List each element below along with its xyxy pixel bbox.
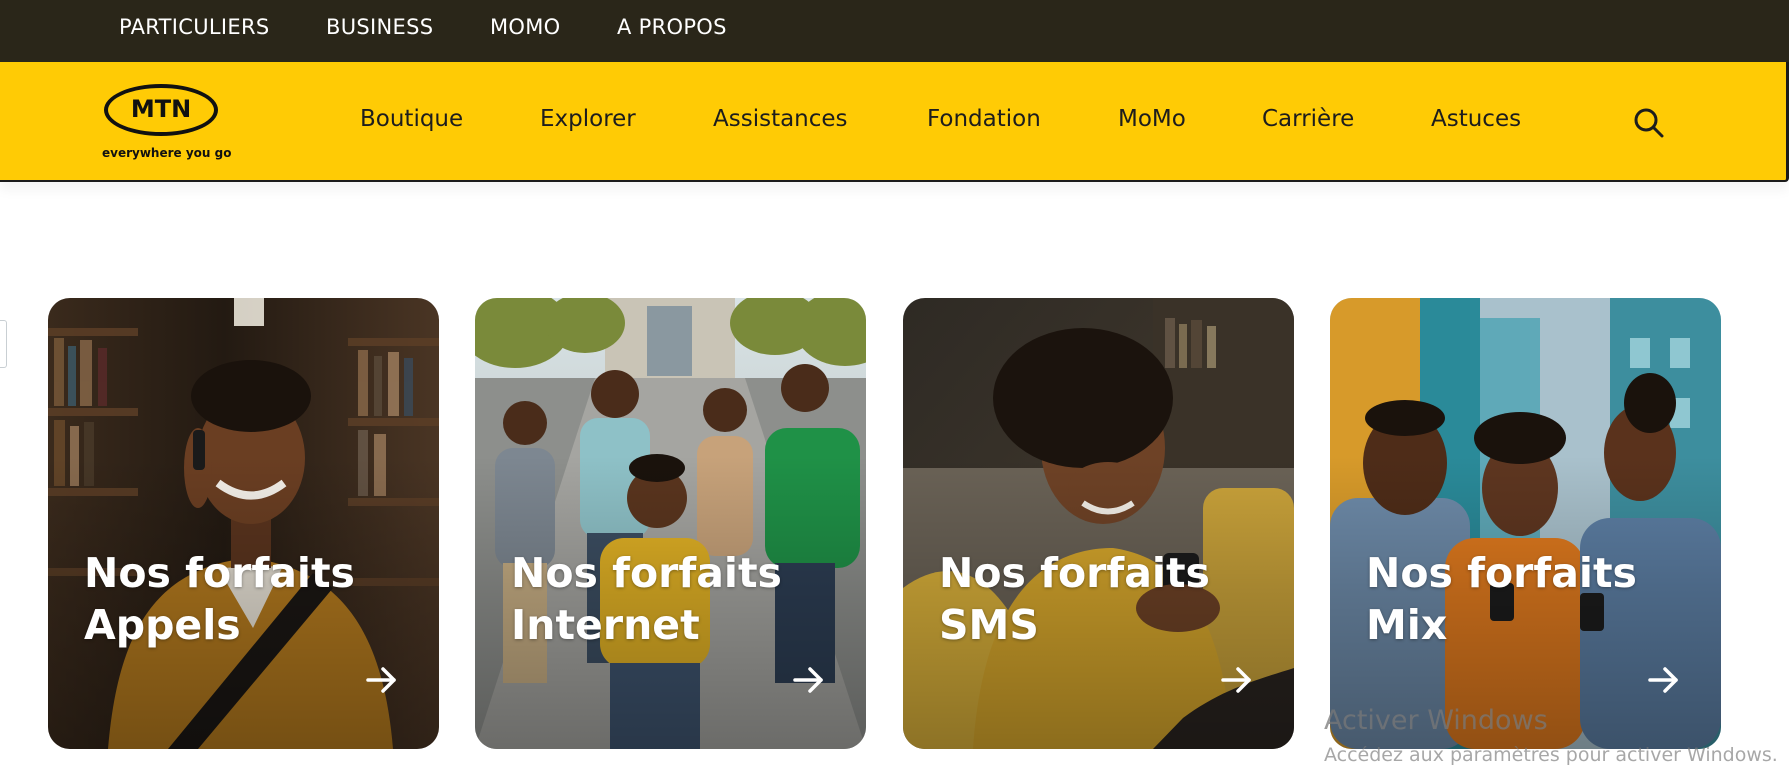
logo-wordmark: MTN [130, 95, 192, 123]
nav-explorer-link[interactable]: Explorer [540, 106, 636, 132]
mtn-logo[interactable]: MTN everywhere you go [102, 82, 232, 164]
card-forfaits-appels[interactable]: Nos forfaits Appels [48, 298, 439, 749]
segment-momo-link[interactable]: MOMO [490, 15, 561, 39]
card-title: Nos forfaits Internet [511, 549, 782, 649]
card-forfaits-mix[interactable]: Nos forfaits Mix [1330, 298, 1721, 749]
carousel-prev-tab[interactable] [0, 320, 7, 368]
main-navigation: MTN everywhere you go Boutique Explorer … [0, 62, 1789, 182]
windows-activation-hint: Accédez aux paramètres pour activer Wind… [1324, 744, 1778, 766]
search-button[interactable] [1632, 106, 1666, 140]
segment-particuliers-link[interactable]: PARTICULIERS [119, 15, 270, 39]
arrow-right-icon[interactable] [1219, 662, 1255, 698]
card-title: Nos forfaits SMS [939, 549, 1210, 649]
logo-tagline: everywhere you go [102, 146, 232, 160]
top-segment-bar: PARTICULIERS BUSINESS MOMO A PROPOS [0, 0, 1789, 62]
windows-activation-watermark: Activer Windows [1324, 705, 1548, 736]
nav-carriere-link[interactable]: Carrière [1262, 106, 1354, 132]
arrow-right-icon[interactable] [364, 662, 400, 698]
nav-assistances-link[interactable]: Assistances [713, 106, 848, 132]
arrow-right-icon[interactable] [791, 662, 827, 698]
card-forfaits-internet[interactable]: Nos forfaits Internet [475, 298, 866, 749]
card-forfaits-sms[interactable]: Nos forfaits SMS [903, 298, 1294, 749]
nav-fondation-link[interactable]: Fondation [927, 106, 1041, 132]
card-title: Nos forfaits Appels [84, 549, 355, 649]
nav-boutique-link[interactable]: Boutique [360, 106, 463, 132]
card-title: Nos forfaits Mix [1366, 549, 1637, 649]
search-icon [1634, 108, 1664, 138]
segment-a-propos-link[interactable]: A PROPOS [617, 15, 727, 39]
nav-astuces-link[interactable]: Astuces [1431, 106, 1521, 132]
nav-momo-link[interactable]: MoMo [1118, 106, 1186, 132]
arrow-right-icon[interactable] [1646, 662, 1682, 698]
segment-business-link[interactable]: BUSINESS [326, 15, 433, 39]
